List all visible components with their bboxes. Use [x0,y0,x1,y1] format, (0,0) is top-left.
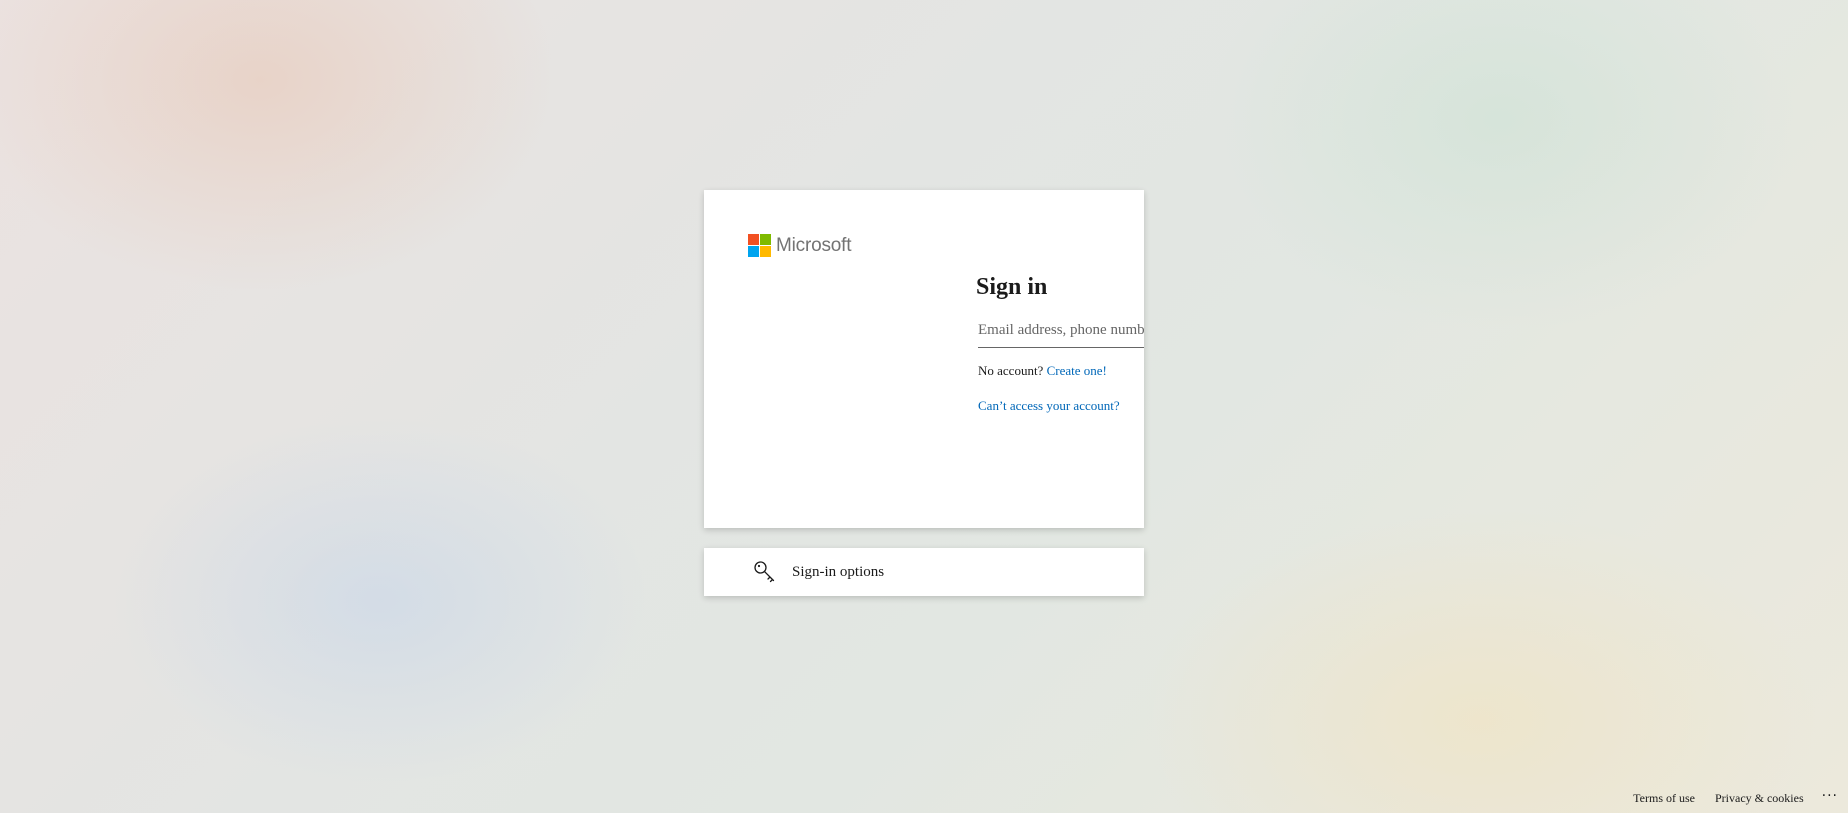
brand-name: Microsoft [776,234,852,256]
more-options-icon[interactable]: ··· [1822,789,1838,803]
signin-form: Sign in No account? Create one! Can’t ac… [976,272,1144,414]
email-field[interactable] [978,313,1144,348]
cant-access-link[interactable]: Can’t access your account? [978,398,1120,413]
page-title: Sign in [976,274,1048,300]
create-account-link[interactable]: Create one! [1047,363,1107,378]
signin-card: Microsoft Sign in No account? Create one… [704,190,1144,528]
privacy-cookies-link[interactable]: Privacy & cookies [1715,791,1804,806]
no-account-text: No account? [978,363,1044,378]
microsoft-logo: Microsoft [748,234,851,257]
terms-of-use-link[interactable]: Terms of use [1633,791,1695,806]
footer: Terms of use Privacy & cookies ··· [1613,789,1838,806]
microsoft-logo-icon [748,234,771,257]
signin-options-label: Sign-in options [792,563,885,580]
no-account-row: No account? Create one! [978,363,1144,379]
key-icon [752,559,778,585]
cant-access-row: Can’t access your account? [978,398,1144,414]
signin-options-button[interactable]: Sign-in options [704,548,1144,596]
